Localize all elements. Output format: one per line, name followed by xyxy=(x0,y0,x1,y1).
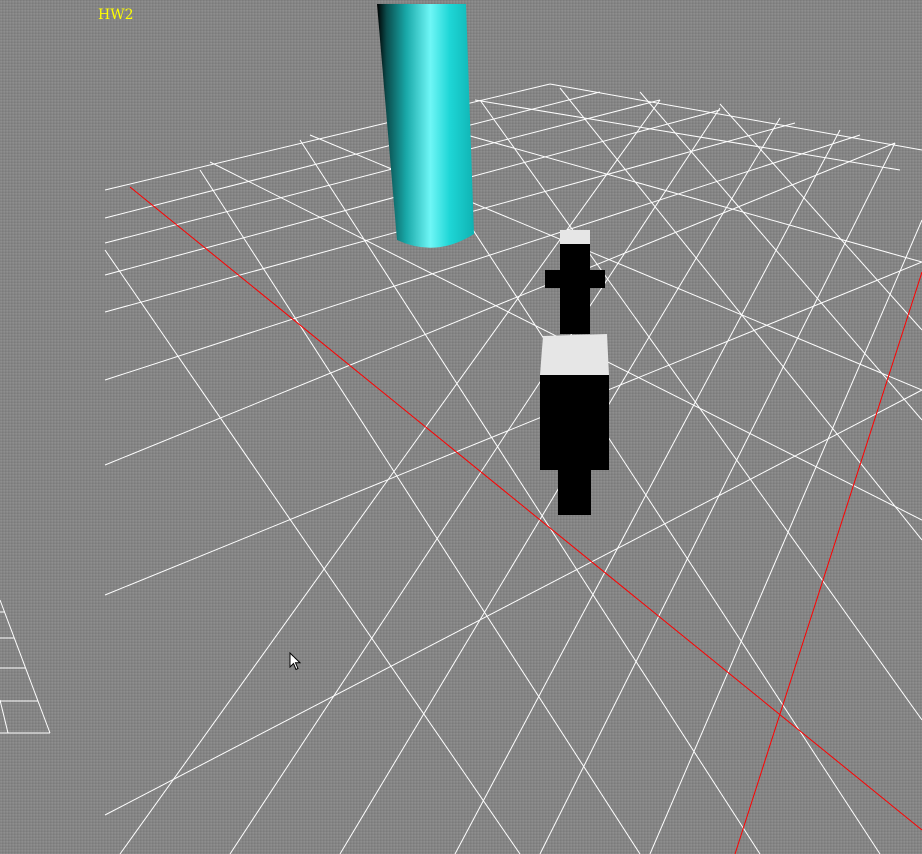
robot-figure xyxy=(540,230,609,515)
window-title-label: HW2 xyxy=(98,7,134,23)
arrow-pointer-icon xyxy=(289,651,303,677)
scene-canvas[interactable] xyxy=(0,0,922,854)
viewport-3d[interactable]: HW2 xyxy=(0,0,922,854)
grid-floor xyxy=(104,83,922,854)
grid-fragment-left xyxy=(0,599,51,734)
cyan-cylinder xyxy=(377,4,474,248)
